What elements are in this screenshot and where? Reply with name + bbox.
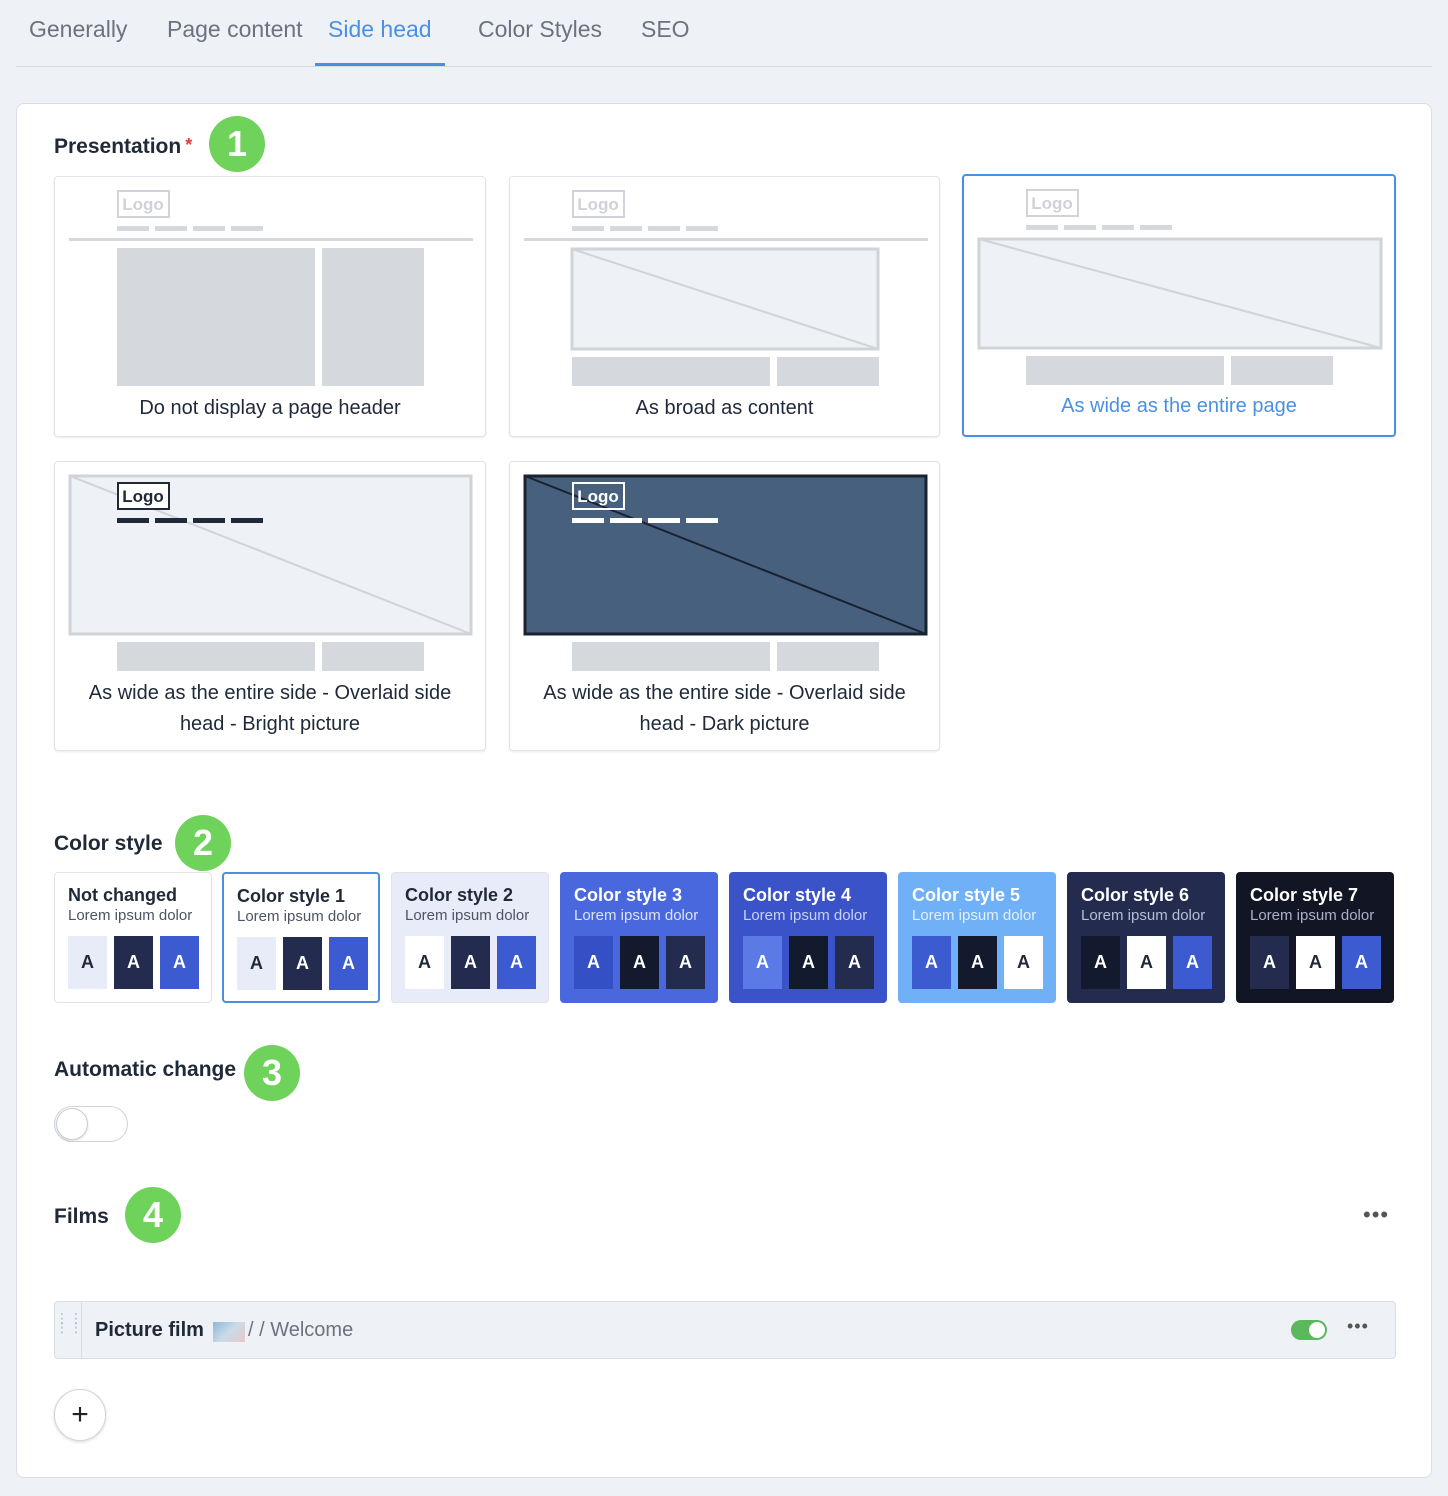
film-more-dots-icon[interactable]: ••• (1347, 1316, 1369, 1337)
color-style-title: Color style 1 (237, 886, 346, 906)
color-style-option[interactable]: Color style 1 Lorem ipsum dolor A A A (222, 872, 380, 1003)
automatic-change-toggle[interactable] (54, 1106, 128, 1142)
color-style-subtitle: Lorem ipsum dolor (405, 907, 530, 924)
option-label: As wide as the entire page (1061, 395, 1297, 417)
color-swatch: A (743, 936, 782, 989)
color-style-subtitle: Lorem ipsum dolor (1250, 907, 1375, 924)
color-swatch: A (1342, 936, 1381, 989)
tab-generally[interactable]: Generally (29, 16, 127, 66)
option-label: As wide as the entire side - Overlaid si… (88, 682, 452, 735)
film-list-item[interactable]: ⋮⋮ ⋮⋮ Picture film / / Welcome ••• (54, 1301, 1396, 1359)
logo-placeholder-text: Logo (577, 487, 619, 506)
color-style-subtitle: Lorem ipsum dolor (743, 907, 868, 924)
color-swatch: A (237, 937, 276, 990)
step-badge-3: 3 (244, 1045, 300, 1101)
tab-side-head[interactable]: Side head (315, 16, 445, 66)
film-enabled-toggle[interactable] (1291, 1320, 1327, 1340)
color-swatch: A (1081, 936, 1120, 989)
step-badge-4: 4 (125, 1187, 181, 1243)
film-title: Picture film (95, 1319, 204, 1341)
color-style-title: Color style 4 (743, 885, 852, 905)
color-style-subtitle: Lorem ipsum dolor (574, 907, 699, 924)
tab-page-content[interactable]: Page content (167, 16, 303, 66)
color-swatch: A (497, 936, 536, 989)
presentation-label: Presentation * (54, 135, 192, 159)
color-style-title: Color style 6 (1081, 885, 1190, 905)
color-style-option[interactable]: Color style 4 Lorem ipsum dolor A A A (729, 872, 887, 1003)
tab-bar: Generally Page content Side head Color S… (16, 0, 1432, 67)
color-swatch: A (958, 936, 997, 989)
color-swatch: A (912, 936, 951, 989)
color-style-option[interactable]: Color style 6 Lorem ipsum dolor A A A (1067, 872, 1225, 1003)
step-badge-2: 2 (175, 815, 231, 871)
logo-placeholder-text: Logo (577, 195, 619, 214)
presentation-option-full-page[interactable]: Logo As wide as the entire page (962, 174, 1396, 437)
color-style-subtitle: Lorem ipsum dolor (1081, 907, 1206, 924)
color-swatch: A (451, 936, 490, 989)
tab-color-styles[interactable]: Color Styles (478, 16, 602, 66)
color-style-subtitle: Lorem ipsum dolor (237, 908, 362, 925)
toggle-knob (1309, 1322, 1325, 1338)
add-film-plus-icon[interactable]: + (54, 1389, 106, 1441)
color-style-title: Color style 7 (1250, 885, 1359, 905)
color-style-option[interactable]: Color style 3 Lorem ipsum dolor A A A (560, 872, 718, 1003)
presentation-option-overlay-bright[interactable]: Logo As wide as the entire side - Overla… (54, 461, 486, 751)
film-path: / / Welcome (248, 1319, 354, 1341)
option-label: As wide as the entire side - Overlaid si… (543, 682, 906, 735)
presentation-option-overlay-dark[interactable]: Logo As wide as the entire side - Overla… (509, 461, 940, 751)
color-style-title: Color style 2 (405, 885, 514, 905)
films-more-dots-icon[interactable]: ••• (1363, 1202, 1389, 1228)
color-style-title: Not changed (68, 885, 178, 905)
color-swatch: A (1173, 936, 1212, 989)
color-style-title: Color style 3 (574, 885, 683, 905)
color-swatch: A (329, 937, 368, 990)
toggle-knob (56, 1108, 88, 1140)
tab-seo[interactable]: SEO (641, 16, 690, 66)
color-swatch: A (68, 936, 107, 989)
color-swatch: A (835, 936, 874, 989)
color-swatch: A (405, 936, 444, 989)
logo-placeholder-text: Logo (1031, 194, 1073, 213)
color-swatch: A (1127, 936, 1166, 989)
logo-placeholder-text: Logo (122, 195, 164, 214)
color-style-option[interactable]: Color style 7 Lorem ipsum dolor A A A (1236, 872, 1394, 1003)
color-swatch: A (574, 936, 613, 989)
film-thumbnail (213, 1322, 245, 1342)
color-style-option[interactable]: Not changed Lorem ipsum dolor A A A (54, 872, 212, 1003)
films-label: Films (54, 1205, 109, 1228)
color-swatch: A (283, 937, 322, 990)
color-swatch: A (1250, 936, 1289, 989)
step-badge-1: 1 (209, 116, 265, 172)
color-style-option[interactable]: Color style 5 Lorem ipsum dolor A A A (898, 872, 1056, 1003)
required-mark: * (185, 135, 193, 155)
drag-handle-icon[interactable]: ⋮⋮ ⋮⋮ (55, 1302, 83, 1358)
settings-card: Presentation * 1 Logo Do not display a pa… (16, 103, 1432, 1478)
color-swatch: A (789, 936, 828, 989)
presentation-option-content-width[interactable]: Logo As broad as content (509, 176, 940, 437)
logo-placeholder-text: Logo (122, 487, 164, 506)
option-label: As broad as content (635, 397, 814, 419)
color-swatch: A (666, 936, 705, 989)
color-style-subtitle: Lorem ipsum dolor (68, 907, 193, 924)
color-style-subtitle: Lorem ipsum dolor (912, 907, 1037, 924)
color-style-label: Color style (54, 832, 163, 855)
presentation-option-no-header[interactable]: Logo Do not display a page header (54, 176, 486, 437)
automatic-change-label: Automatic change (54, 1058, 237, 1081)
option-label: Do not display a page header (139, 397, 401, 419)
color-swatch: A (114, 936, 153, 989)
color-swatch: A (1296, 936, 1335, 989)
color-swatch: A (1004, 936, 1043, 989)
color-style-title: Color style 5 (912, 885, 1021, 905)
color-style-option[interactable]: Color style 2 Lorem ipsum dolor A A A (391, 872, 549, 1003)
presentation-label-text: Presentation (54, 135, 182, 158)
color-swatch: A (620, 936, 659, 989)
color-swatch: A (160, 936, 199, 989)
